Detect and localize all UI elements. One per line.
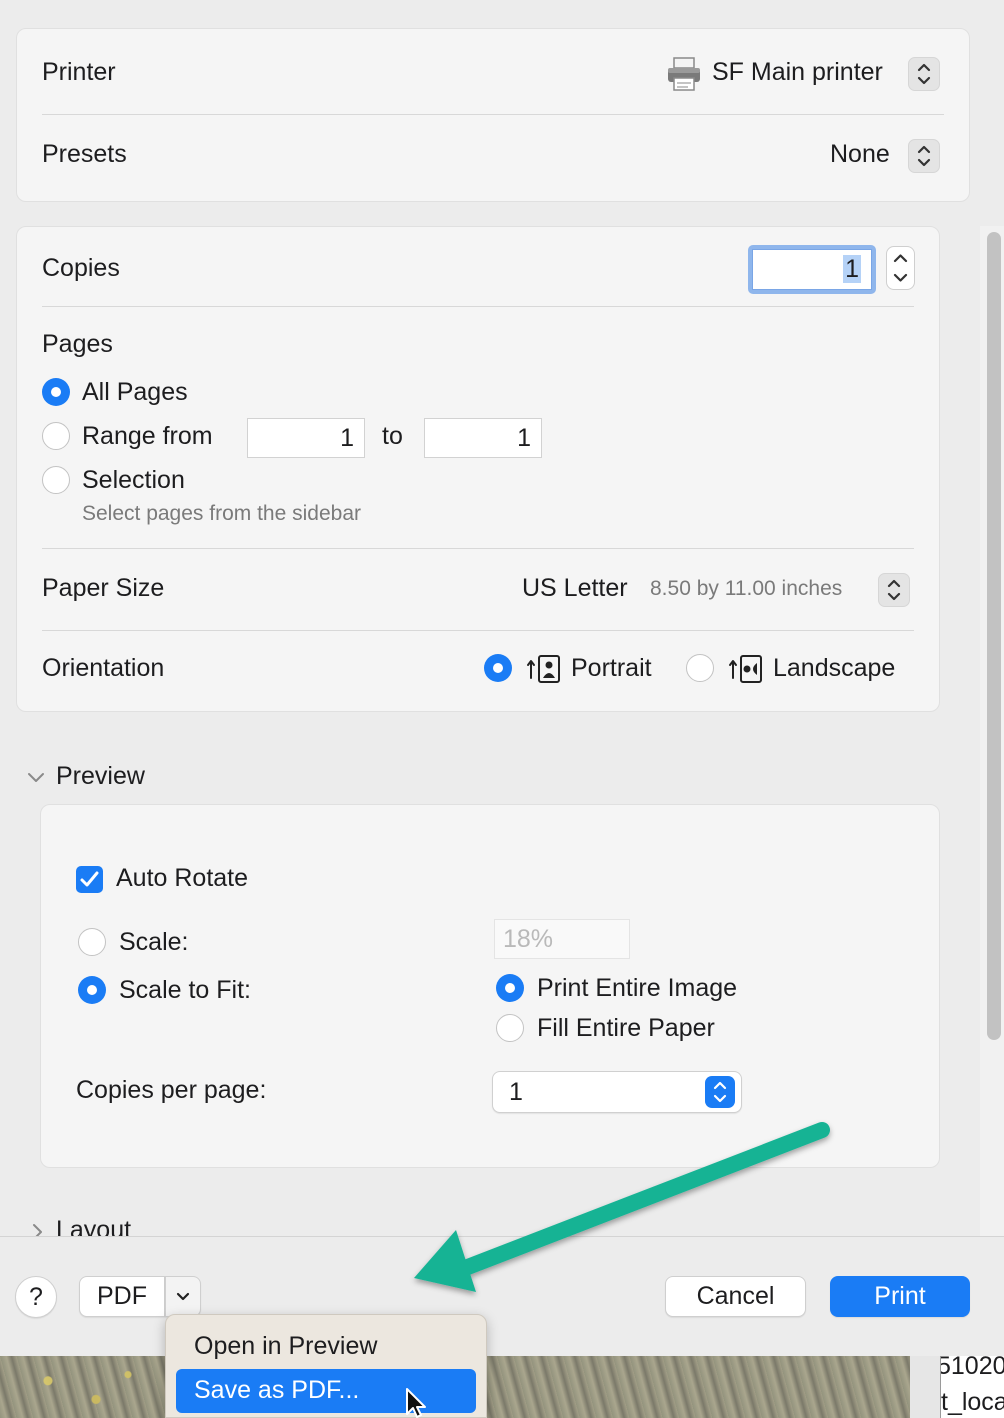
- copies-label: Copies: [42, 254, 120, 282]
- range-from-label: Range from: [82, 422, 213, 450]
- background-document: 51020 t_loca: [940, 1356, 1004, 1418]
- printer-select-value[interactable]: SF Main printer: [712, 58, 883, 87]
- scale-to-fit-radio[interactable]: [78, 976, 106, 1004]
- help-label: ?: [29, 1283, 43, 1311]
- menu-item-open-in-preview[interactable]: Open in Preview: [194, 1332, 377, 1361]
- scale-label: Scale:: [119, 928, 189, 956]
- help-button[interactable]: ?: [15, 1276, 57, 1318]
- select-arrows-icon: [705, 1076, 735, 1108]
- selection-hint: Select pages from the sidebar: [82, 502, 361, 525]
- pdf-dropdown-menu: Open in Preview Save as PDF...: [165, 1314, 487, 1418]
- range-end-input[interactable]: 1: [424, 418, 542, 458]
- pages-divider: [42, 548, 914, 549]
- range-radio[interactable]: [42, 422, 70, 450]
- pages-label: Pages: [42, 330, 113, 358]
- portrait-label: Portrait: [571, 654, 652, 682]
- paper-size-popup-arrows[interactable]: [878, 573, 910, 607]
- scale-radio[interactable]: [78, 928, 106, 956]
- print-entire-image-radio[interactable]: [496, 974, 524, 1002]
- copies-stepper[interactable]: [886, 246, 915, 290]
- print-button[interactable]: Print: [830, 1276, 970, 1317]
- chevron-down-icon: [176, 1292, 190, 1301]
- checkmark-icon: [80, 871, 99, 887]
- pdf-menu-button[interactable]: [165, 1276, 201, 1317]
- cursor-icon: [404, 1388, 430, 1418]
- all-pages-label: All Pages: [82, 378, 188, 406]
- auto-rotate-label: Auto Rotate: [116, 864, 249, 892]
- scale-to-fit-label: Scale to Fit:: [119, 976, 251, 1004]
- printer-presets-card: [16, 28, 970, 202]
- fill-entire-paper-label: Fill Entire Paper: [537, 1014, 715, 1042]
- pdf-button[interactable]: PDF: [79, 1276, 165, 1317]
- auto-rotate-checkbox[interactable]: [76, 866, 103, 893]
- layout-section-title[interactable]: Layout: [56, 1216, 131, 1236]
- copies-per-page-value: 1: [509, 1078, 523, 1106]
- range-start-input[interactable]: 1: [247, 418, 365, 458]
- presets-label: Presets: [42, 140, 127, 168]
- stepper-arrows-icon: [893, 254, 908, 282]
- print-label: Print: [874, 1282, 926, 1310]
- copies-input[interactable]: 1: [752, 249, 872, 290]
- landscape-icon: [728, 654, 764, 684]
- paper-size-value[interactable]: US Letter: [522, 574, 628, 603]
- chevron-right-icon[interactable]: [28, 1222, 48, 1236]
- chevron-down-icon[interactable]: [26, 768, 46, 788]
- print-entire-image-label: Print Entire Image: [537, 974, 738, 1002]
- paper-size-detail: 8.50 by 11.00 inches: [650, 577, 843, 600]
- menu-item-save-as-pdf[interactable]: Save as PDF...: [194, 1376, 359, 1405]
- printer-icon: [666, 56, 702, 92]
- printer-label: Printer: [42, 58, 116, 86]
- background-text-line1: 51020: [940, 1356, 1004, 1380]
- scale-input[interactable]: 18%: [494, 919, 630, 959]
- chevron-up-down-icon: [917, 63, 931, 85]
- scrollbar-thumb[interactable]: [987, 232, 1001, 1040]
- pdf-label: PDF: [97, 1282, 147, 1310]
- selection-radio[interactable]: [42, 466, 70, 494]
- chevron-up-down-icon: [887, 579, 901, 601]
- selection-label: Selection: [82, 466, 185, 494]
- all-pages-radio[interactable]: [42, 378, 70, 406]
- portrait-icon: [526, 654, 562, 684]
- annotation-arrow-shaft: [452, 1122, 830, 1278]
- range-to-label: to: [382, 422, 403, 450]
- paper-size-label: Paper Size: [42, 574, 165, 602]
- portrait-radio[interactable]: [484, 654, 512, 682]
- copies-value: 1: [843, 255, 861, 283]
- printer-divider: [42, 114, 944, 115]
- copies-per-page-select[interactable]: 1: [492, 1071, 742, 1113]
- fill-entire-paper-radio[interactable]: [496, 1014, 524, 1042]
- presets-popup-arrows[interactable]: [908, 139, 940, 173]
- presets-select-value[interactable]: None: [830, 140, 890, 169]
- annotation-arrow: [414, 1122, 830, 1292]
- background-window-divider: [910, 1356, 940, 1418]
- copies-divider: [42, 306, 914, 307]
- background-photo-highlights: [0, 1356, 160, 1418]
- landscape-radio[interactable]: [686, 654, 714, 682]
- paper-size-divider: [42, 630, 914, 631]
- preview-section-title[interactable]: Preview: [56, 762, 145, 791]
- chevron-up-down-icon: [917, 145, 931, 167]
- printer-popup-arrows[interactable]: [908, 57, 940, 91]
- background-text-line2: t_loca: [941, 1388, 1004, 1416]
- landscape-label: Landscape: [773, 654, 896, 682]
- copies-per-page-label: Copies per page:: [76, 1076, 267, 1104]
- orientation-label: Orientation: [42, 654, 165, 682]
